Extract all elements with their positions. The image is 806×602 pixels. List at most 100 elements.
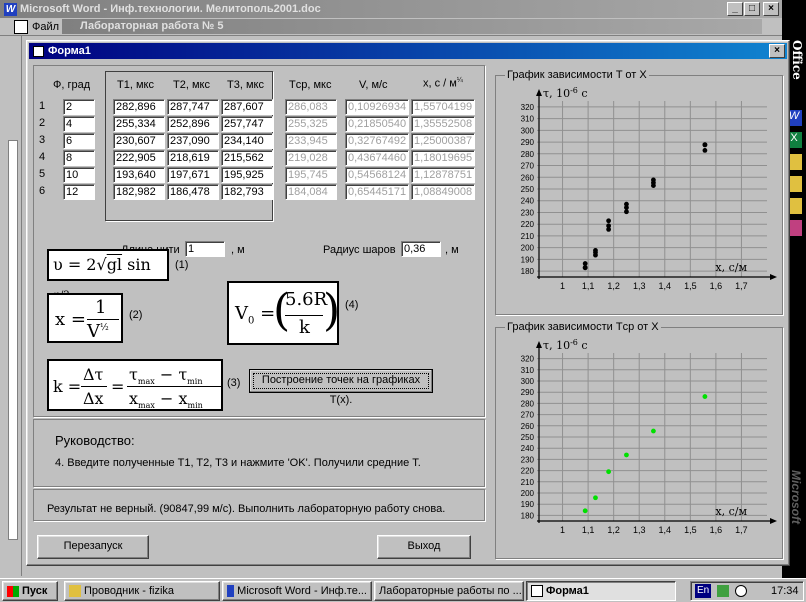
cell-t1[interactable]: 222,905 xyxy=(113,150,165,166)
cell-t1[interactable]: 282,896 xyxy=(113,99,165,115)
cell-phi[interactable]: 12 xyxy=(63,184,95,200)
y-tick-label: 280 xyxy=(521,399,535,408)
chart2-svg: 180 190 200 210 220 230 240 250 260 270 280 290 300 3… xyxy=(521,338,777,535)
form-close-button[interactable]: × xyxy=(769,44,785,58)
cell-t3[interactable]: 257,747 xyxy=(221,116,273,132)
cell-t2[interactable]: 237,090 xyxy=(167,133,219,149)
restart-button[interactable]: Перезапуск xyxy=(37,535,149,559)
menu-file[interactable]: Файл xyxy=(32,21,59,33)
clock-time[interactable]: 17:34 xyxy=(771,585,799,597)
y-tick-label: 270 xyxy=(521,411,535,420)
x-tick-label: 1,2 xyxy=(607,525,620,535)
cell-v: 0,10926934 xyxy=(345,99,409,115)
language-indicator[interactable]: En xyxy=(695,584,712,598)
plot-points-button[interactable]: Построение точек на графиках T(x). xyxy=(249,369,433,406)
radius-input[interactable]: 0,36 xyxy=(401,241,441,257)
y-tick-label: 230 xyxy=(521,455,535,464)
subwindow-title: Лабораторная работа № 5 xyxy=(62,19,762,34)
data-point xyxy=(606,218,612,224)
y-tick-label: 260 xyxy=(521,173,535,182)
cell-tcp: 233,945 xyxy=(285,133,337,149)
cell-x: 1,12878751 xyxy=(411,167,475,183)
form-title: Форма1 xyxy=(48,45,91,57)
y-tick-label: 200 xyxy=(521,244,535,253)
word-doc-icon[interactable] xyxy=(14,20,28,34)
x-tick-label: 1,6 xyxy=(710,525,723,535)
row-number: 6 xyxy=(39,185,46,197)
form-app-icon xyxy=(33,45,44,57)
chart1-title: График зависимости T от X xyxy=(505,69,649,81)
word-icon xyxy=(227,585,235,597)
radius-unit: , м xyxy=(445,244,459,256)
cell-t3[interactable]: 215,562 xyxy=(221,150,273,166)
y-tick-label: 180 xyxy=(521,267,535,276)
guide-title: Руководство: xyxy=(55,433,135,448)
length-input[interactable]: 1 xyxy=(185,241,225,257)
row-number: 4 xyxy=(39,151,46,163)
header-phi: Ф, град xyxy=(53,79,91,91)
form-icon xyxy=(531,585,543,597)
cell-t1[interactable]: 193,640 xyxy=(113,167,165,183)
cell-t1[interactable]: 182,982 xyxy=(113,184,165,200)
taskbar-lab-works[interactable]: Лабораторные работы по ... xyxy=(374,581,524,601)
y-tick-label: 240 xyxy=(521,444,535,453)
data-point xyxy=(651,177,656,183)
result-text: Результат не верный. (90847,99 м/с). Вып… xyxy=(47,503,446,515)
word-menubar: Файл Лабораторная работа № 5 xyxy=(0,18,782,36)
cell-t1[interactable]: 230,607 xyxy=(113,133,165,149)
cell-x: 1,08849008 xyxy=(411,184,475,200)
word-vertical-ruler xyxy=(8,140,18,540)
cell-phi[interactable]: 8 xyxy=(63,150,95,166)
formula-v0: V0 = ( 5.6R k ) xyxy=(227,281,340,345)
cell-t2[interactable]: 252,896 xyxy=(167,116,219,132)
data-point xyxy=(593,495,598,501)
y-tick-label: 290 xyxy=(521,388,535,397)
y-tick-label: 300 xyxy=(521,126,535,135)
cell-phi[interactable]: 10 xyxy=(63,167,95,183)
cell-phi[interactable]: 2 xyxy=(63,99,95,115)
cell-t2[interactable]: 186,478 xyxy=(167,184,219,200)
cell-tcp: 255,325 xyxy=(285,116,337,132)
cell-t2[interactable]: 287,747 xyxy=(167,99,219,115)
cell-t2[interactable]: 197,671 xyxy=(167,167,219,183)
cell-tcp: 219,028 xyxy=(285,150,337,166)
x-tick-label: 1,5 xyxy=(684,281,697,291)
cell-t3[interactable]: 234,140 xyxy=(221,133,273,149)
tray-icon[interactable] xyxy=(717,585,729,597)
cell-v: 0,32767492 xyxy=(345,133,409,149)
taskbar-word[interactable]: Microsoft Word - Инф.те... xyxy=(222,581,372,601)
taskbar-explorer[interactable]: Проводник - fizika xyxy=(64,581,220,601)
x-axis-label: x, c/м xyxy=(715,261,747,274)
data-point xyxy=(593,250,598,255)
cell-tcp: 184,084 xyxy=(285,184,337,200)
cell-phi[interactable]: 4 xyxy=(63,116,95,132)
word-titlebar: W Microsoft Word - Инф.технологии. Мелит… xyxy=(0,0,782,18)
formula-k: k = Δτ Δx = τmax − τmin xmax − xmin xyxy=(47,359,223,411)
cell-t3[interactable]: 287,607 xyxy=(221,99,273,115)
cell-t3[interactable]: 182,793 xyxy=(221,184,273,200)
y-tick-label: 320 xyxy=(521,103,535,112)
formula-2-label: (2) xyxy=(129,309,143,321)
data-point xyxy=(624,452,629,458)
cell-t2[interactable]: 218,619 xyxy=(167,150,219,166)
cell-t3[interactable]: 195,925 xyxy=(221,167,273,183)
x-tick-label: 1,3 xyxy=(633,525,646,535)
clock-icon[interactable] xyxy=(735,585,747,597)
y-tick-label: 270 xyxy=(521,162,535,171)
word-minimize-button[interactable]: _ xyxy=(727,2,743,16)
cell-t1[interactable]: 255,334 xyxy=(113,116,165,132)
start-button[interactable]: Пуск xyxy=(2,581,58,601)
header-x: x, с / м¼ xyxy=(423,77,463,90)
taskbar-form1[interactable]: Форма1 xyxy=(526,581,676,601)
word-close-button[interactable]: × xyxy=(763,2,779,16)
chart1-svg: 180 190 200 210 220 230 240 250 260 270 280 290 300 3… xyxy=(521,86,777,291)
form-titlebar: Форма1 × xyxy=(29,43,787,59)
y-axis-label: τ, 10-6 c xyxy=(543,86,588,100)
cell-phi[interactable]: 6 xyxy=(63,133,95,149)
word-maximize-button[interactable]: □ xyxy=(744,2,760,16)
data-point xyxy=(606,469,612,475)
length-unit: , м xyxy=(231,244,245,256)
formula-3-label: (3) xyxy=(227,377,241,389)
x-axis-arrow-icon xyxy=(770,518,777,524)
exit-button[interactable]: Выход xyxy=(377,535,471,559)
